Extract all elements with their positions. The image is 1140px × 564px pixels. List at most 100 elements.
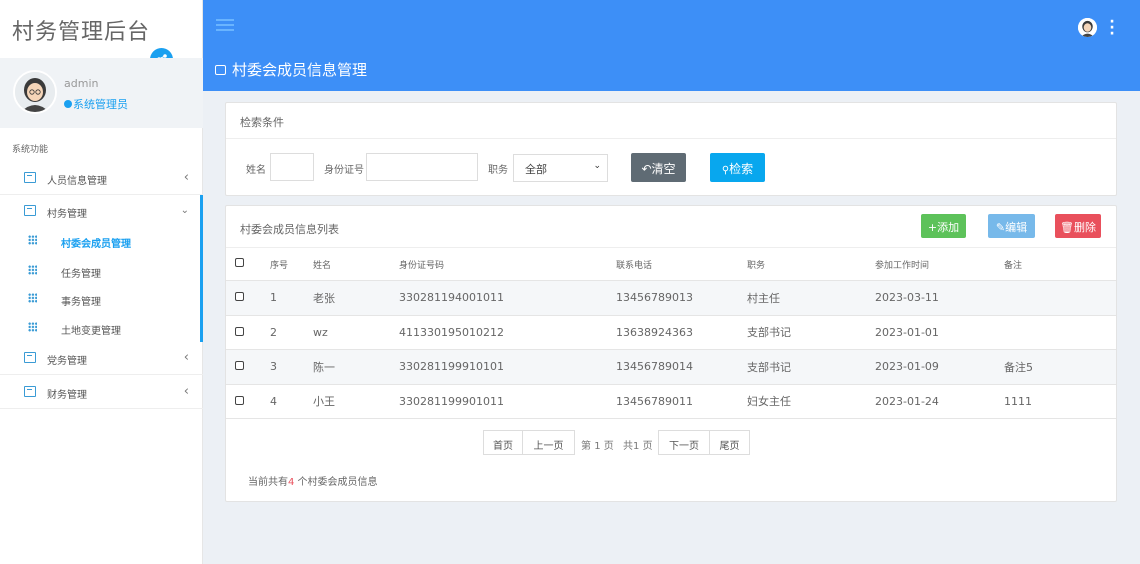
sidebar-subitem-committee[interactable]: 村委会成员管理: [0, 226, 200, 255]
clear-button-label: 清空: [651, 162, 676, 176]
column-header: 职务: [747, 247, 875, 281]
page-title: 村委会成员信息管理: [215, 59, 367, 80]
name-input[interactable]: [270, 153, 314, 181]
row-checkbox[interactable]: [235, 292, 244, 302]
cell-note: 备注5: [1004, 349, 1116, 385]
cell-id: 330281199901011: [399, 384, 616, 419]
table-header-row: 序号 姓名 身份证号码 联系电话 职务 参加工作时间 备注: [226, 247, 1116, 281]
table-row[interactable]: 1 老张 330281194001011 13456789013 村主任 202…: [226, 280, 1116, 316]
delete-button-label: 删除: [1073, 221, 1096, 234]
sidebar-item-finance[interactable]: 财务管理 ‹: [0, 376, 203, 409]
top-header: · · · 村委会成员信息管理: [203, 0, 1140, 91]
add-button[interactable]: +添加: [921, 214, 966, 238]
search-panel: 检索条件 姓名 身份证号 职务 全部 ⌄ ↶清空 ⚲检索: [225, 102, 1117, 196]
prev-page-button[interactable]: 上一页: [522, 430, 575, 455]
clear-button[interactable]: ↶清空: [631, 153, 686, 182]
sidebar-group-village-affairs: 村务管理 ⌄ 村委会成员管理 任务管理 事务管理 土地变更管理: [0, 195, 203, 342]
sidebar-subitem-label: 事务管理: [61, 297, 101, 308]
table-row[interactable]: 3 陈一 330281199910101 13456789014 支部书记 20…: [226, 349, 1116, 385]
edit-icon: ✎: [995, 221, 1006, 234]
total-pages: 1: [633, 441, 640, 452]
row-checkbox[interactable]: [235, 361, 244, 371]
table-row[interactable]: 2 wz 411330195010212 13638924363 支部书记 20…: [226, 315, 1116, 350]
row-select-cell: [226, 349, 270, 385]
search-panel-title: 检索条件: [226, 103, 1116, 139]
undo-icon: ↶: [641, 162, 652, 176]
total-prefix: 共: [623, 441, 633, 452]
sidebar-subitem-affairs[interactable]: 事务管理: [0, 284, 200, 313]
delete-button[interactable]: 🗑删除: [1055, 214, 1101, 238]
sidebar-subitem-land[interactable]: 土地变更管理: [0, 313, 200, 342]
cell-name: wz: [313, 315, 399, 350]
user-profile: admin 系统管理员: [0, 58, 203, 128]
total-pages-info: 共1 页: [623, 437, 653, 452]
chevron-left-icon: ‹: [183, 384, 189, 399]
select-all-checkbox[interactable]: [235, 258, 244, 267]
column-header: 身份证号码: [399, 247, 616, 281]
name-label: 姓名: [246, 165, 266, 176]
menu-icon[interactable]: [216, 19, 234, 31]
cell-date: 2023-03-11: [875, 280, 1004, 316]
cell-phone: 13638924363: [616, 315, 747, 350]
avatar[interactable]: [13, 70, 57, 114]
cell-phone: 13456789013: [616, 280, 747, 316]
list-panel: 村委会成员信息列表 +添加 ✎编辑 🗑删除 序号 姓名 身份证号码 联系电话 职…: [225, 205, 1117, 502]
grid-icon: [28, 235, 37, 245]
header-avatar[interactable]: [1078, 18, 1097, 37]
cell-no: 1: [270, 280, 313, 316]
row-checkbox[interactable]: [235, 326, 244, 336]
row-select-cell: [226, 315, 270, 350]
cell-note: 1111: [1004, 384, 1116, 419]
row-select-cell: [226, 280, 270, 316]
sidebar-subitem-tasks[interactable]: 任务管理: [0, 256, 200, 285]
cell-no: 2: [270, 315, 313, 350]
sidebar: 村务管理后台 admin 系统管理员 系统功能 人员信息管理 ‹ 村务管理 ⌄: [0, 0, 203, 564]
app-title: 村务管理后台: [12, 20, 151, 45]
total-suffix: 页: [642, 441, 653, 452]
chevron-down-icon: ⌄: [180, 205, 189, 216]
sidebar-subitem-label: 任务管理: [61, 269, 101, 280]
page-title-text: 村委会成员信息管理: [232, 61, 368, 79]
id-input[interactable]: [366, 153, 478, 181]
cell-phone: 13456789011: [616, 384, 747, 419]
sidebar-subitem-label: 村委会成员管理: [61, 239, 131, 250]
row-checkbox[interactable]: [235, 395, 244, 405]
cell-position: 妇女主任: [747, 384, 875, 419]
cell-no: 4: [270, 384, 313, 419]
cell-note: [1004, 315, 1116, 350]
select-all-cell: [226, 247, 270, 281]
table-row[interactable]: 4 小王 330281199901011 13456789011 妇女主任 20…: [226, 384, 1116, 419]
last-page-button[interactable]: 尾页: [709, 430, 750, 455]
cell-date: 2023-01-01: [875, 315, 1004, 350]
page-suffix: 页: [603, 441, 614, 452]
cell-id: 411330195010212: [399, 315, 616, 350]
chevron-down-icon: ⌄: [593, 161, 601, 171]
nav-section-title: 系统功能: [12, 145, 49, 155]
grid-icon: [28, 293, 37, 303]
sidebar-item-label: 财务管理: [47, 390, 87, 401]
cell-id: 330281199910101: [399, 349, 616, 385]
column-header: 备注: [1004, 247, 1116, 281]
cell-date: 2023-01-09: [875, 349, 1004, 385]
sidebar-item-personnel[interactable]: 人员信息管理 ‹: [0, 162, 203, 195]
sidebar-item-party[interactable]: 党务管理 ‹: [0, 342, 203, 375]
position-select-value: 全部: [525, 163, 547, 176]
sidebar-item-label: 人员信息管理: [47, 176, 107, 187]
grid-icon: [28, 322, 37, 332]
position-select[interactable]: 全部 ⌄: [513, 154, 608, 182]
sidebar-item-village-affairs[interactable]: 村务管理 ⌄: [0, 195, 203, 228]
page-current: 1: [594, 441, 601, 452]
page-icon: [215, 65, 226, 75]
trash-icon: 🗑: [1060, 221, 1074, 234]
row-select-cell: [226, 384, 270, 419]
more-options-icon[interactable]: · · ·: [1109, 15, 1115, 41]
grid-icon: [28, 265, 37, 275]
search-button[interactable]: ⚲检索: [710, 153, 765, 182]
edit-button[interactable]: ✎编辑: [988, 214, 1035, 238]
summary-prefix: 当前共有: [248, 477, 288, 488]
online-dot-icon: [64, 100, 72, 108]
next-page-button[interactable]: 下一页: [658, 430, 710, 455]
cell-position: 支部书记: [747, 349, 875, 385]
first-page-button[interactable]: 首页: [483, 430, 523, 455]
column-header: 联系电话: [616, 247, 747, 281]
